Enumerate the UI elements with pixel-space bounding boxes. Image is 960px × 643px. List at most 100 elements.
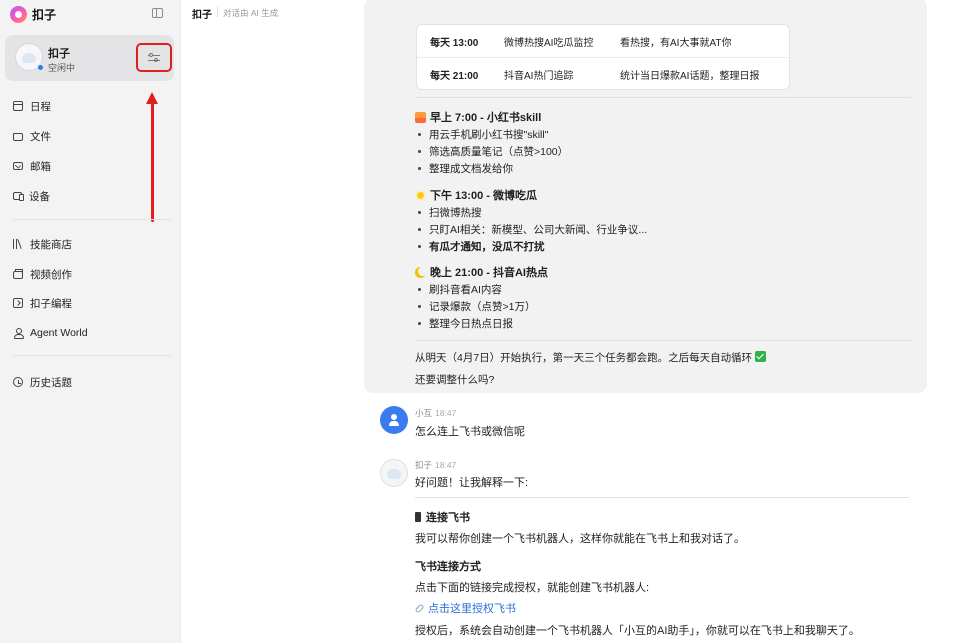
list-item: 只盯AI相关：新模型、公司大新闻、行业争议...: [415, 222, 647, 237]
header-divider: [217, 7, 218, 17]
mail-icon: [13, 162, 23, 170]
sidebar-item-label: 视频创作: [30, 268, 72, 281]
bot-avatar: [380, 459, 408, 487]
sidebar-item-label: Agent World: [30, 327, 88, 339]
device-icon: [13, 192, 24, 201]
sidebar-item-label: 历史话题: [30, 376, 72, 389]
sidebar-item-label: 扣子编程: [30, 297, 72, 310]
sidebar-item-label: 技能商店: [30, 238, 72, 251]
section-title: 早上 7:00 - 小红书skill: [415, 109, 541, 125]
sidebar-item-mail[interactable]: 邮箱: [13, 157, 51, 175]
list-item-text: 筛选高质量笔记（点赞>100）: [429, 146, 569, 158]
schedule-summary: 从明天（4月7日）开始执行，第一天三个任务都会跑。之后每天自动循环: [415, 350, 767, 365]
bot-paragraph: 授权后，系统会自动创建一个飞书机器人「小互的AI助手」，你就可以在飞书上和我聊天…: [415, 625, 860, 637]
list-item-text: 只盯AI相关：新模型、公司大新闻、行业争议...: [429, 224, 648, 236]
moon-icon: [415, 266, 426, 278]
list-item: 整理今日热点日报: [415, 316, 513, 331]
brand[interactable]: 扣子: [10, 5, 56, 23]
bot-intro-text: 好问题！让我解释一下:: [415, 477, 529, 489]
link-icon: [414, 603, 425, 614]
authorize-feishu-link[interactable]: 点击这里授权飞书: [414, 600, 516, 616]
agent-status: 空闲中: [48, 63, 76, 73]
sidebar-item-history[interactable]: 历史话题: [13, 373, 72, 391]
content-divider: [415, 97, 911, 98]
list-item-text: 用云手机刷小红书搜"skill": [429, 129, 549, 141]
user-avatar: [380, 406, 408, 434]
content-divider: [415, 497, 909, 498]
list-item: 整理成文档发给你: [415, 161, 513, 176]
coze-logo-icon: [10, 5, 27, 23]
bot-heading-text: 连接飞书: [426, 512, 470, 524]
sidebar: 扣子 扣子 空闲中 日程 文件 邮箱 设备 技能商店 视频创作 扣子编程 Age…: [0, 0, 181, 643]
list-item-text: 整理成文档发给你: [429, 163, 513, 175]
sidebar-item-files[interactable]: 文件: [13, 127, 51, 145]
sidebar-item-label: 日程: [30, 100, 51, 113]
user-message-text: 怎么连上飞书或微信呢: [415, 426, 525, 438]
agent-settings-button[interactable]: [136, 43, 172, 72]
table-row: 每天 13:00 微博热搜AI吃瓜监控 看热搜，有AI大事就AT你: [417, 25, 789, 58]
link-text[interactable]: 点击这里授权飞书: [428, 603, 516, 615]
list-item: 用云手机刷小红书搜"skill": [415, 127, 548, 142]
sidebar-item-label: 文件: [30, 130, 51, 143]
list-item: 筛选高质量笔记（点赞>100）: [415, 144, 568, 159]
bot-heading: 连接飞书: [415, 509, 470, 525]
message-time: 18:47: [435, 408, 457, 418]
message-time: 18:47: [435, 460, 457, 470]
list-item-text: 记录爆款（点赞>1万）: [429, 301, 536, 313]
section-title-text: 早上 7:00 - 小红书skill: [430, 112, 542, 124]
list-item-text: 扫微博热搜: [429, 207, 482, 219]
sidebar-item-video[interactable]: 视频创作: [13, 265, 72, 283]
code-icon: [13, 298, 23, 308]
table-cell-time: 每天 21:00: [430, 71, 479, 82]
calendar-icon: [13, 101, 23, 111]
status-dot-icon: [37, 64, 44, 71]
sender-name: 小互: [415, 408, 433, 418]
list-item: 刷抖音看AI内容: [415, 282, 502, 297]
bot-subheading: 飞书连接方式: [415, 561, 481, 573]
folder-icon: [13, 132, 23, 141]
phone-icon: [415, 512, 421, 522]
sidebar-item-schedule[interactable]: 日程: [13, 97, 51, 115]
message-meta: 扣子 18:47: [415, 459, 456, 471]
sender-name: 扣子: [415, 460, 433, 470]
skill-store-icon: [13, 239, 23, 249]
list-item-text: 有瓜才通知，没瓜不打扰: [429, 241, 545, 253]
table-cell-desc: 统计当日爆款AI话题，整理日报: [620, 71, 760, 82]
list-item: 扫微博热搜: [415, 205, 482, 220]
brand-name: 扣子: [32, 7, 57, 22]
ai-disclaimer: 对话由 AI 生成: [223, 8, 279, 18]
table-cell-desc: 看热搜，有AI大事就AT你: [620, 37, 732, 49]
list-item: 有瓜才通知，没瓜不打扰: [415, 239, 545, 254]
sidebar-item-coding[interactable]: 扣子编程: [13, 294, 72, 312]
message-meta: 小互 18:47: [415, 407, 456, 419]
agent-world-icon: [13, 328, 24, 339]
schedule-summary-text: 从明天（4月7日）开始执行，第一天三个任务都会跑。之后每天自动循环: [415, 352, 753, 364]
table-row: 每天 21:00 抖音AI热门追踪 统计当日爆款AI话题，整理日报: [417, 58, 789, 89]
sidebar-divider: [13, 219, 171, 220]
sidebar-item-label: 邮箱: [30, 160, 51, 173]
table-cell-time: 每天 13:00: [430, 37, 479, 49]
sliders-icon: [148, 52, 160, 63]
page-title: 扣子: [192, 10, 212, 21]
annotation-arrow-icon: [146, 92, 158, 222]
bot-paragraph: 我可以帮你创建一个飞书机器人，这样你就能在飞书上和我对话了。: [415, 533, 745, 545]
sidebar-item-label: 设备: [29, 190, 50, 203]
sidebar-item-skill-store[interactable]: 技能商店: [13, 235, 72, 253]
section-title: 晚上 21:00 - 抖音AI热点: [415, 264, 548, 280]
section-title-text: 下午 13:00 - 微博吃瓜: [430, 190, 537, 202]
sidebar-toggle-icon[interactable]: [152, 8, 163, 18]
check-mark-icon: [755, 351, 767, 362]
sidebar-item-devices[interactable]: 设备: [13, 187, 50, 205]
video-icon: [13, 269, 23, 279]
list-item: 记录爆款（点赞>1万）: [415, 299, 535, 314]
list-item-text: 刷抖音看AI内容: [429, 284, 502, 296]
sidebar-item-agent-world[interactable]: Agent World: [13, 324, 88, 342]
section-title: 下午 13:00 - 微博吃瓜: [415, 187, 537, 203]
sidebar-divider: [13, 355, 171, 356]
follow-up-question: 还要调整什么吗?: [415, 374, 495, 386]
section-title-text: 晚上 21:00 - 抖音AI热点: [430, 267, 548, 279]
history-icon: [13, 377, 23, 387]
sun-icon: [415, 189, 426, 201]
agent-name: 扣子: [48, 48, 70, 60]
sunrise-icon: [415, 111, 426, 123]
